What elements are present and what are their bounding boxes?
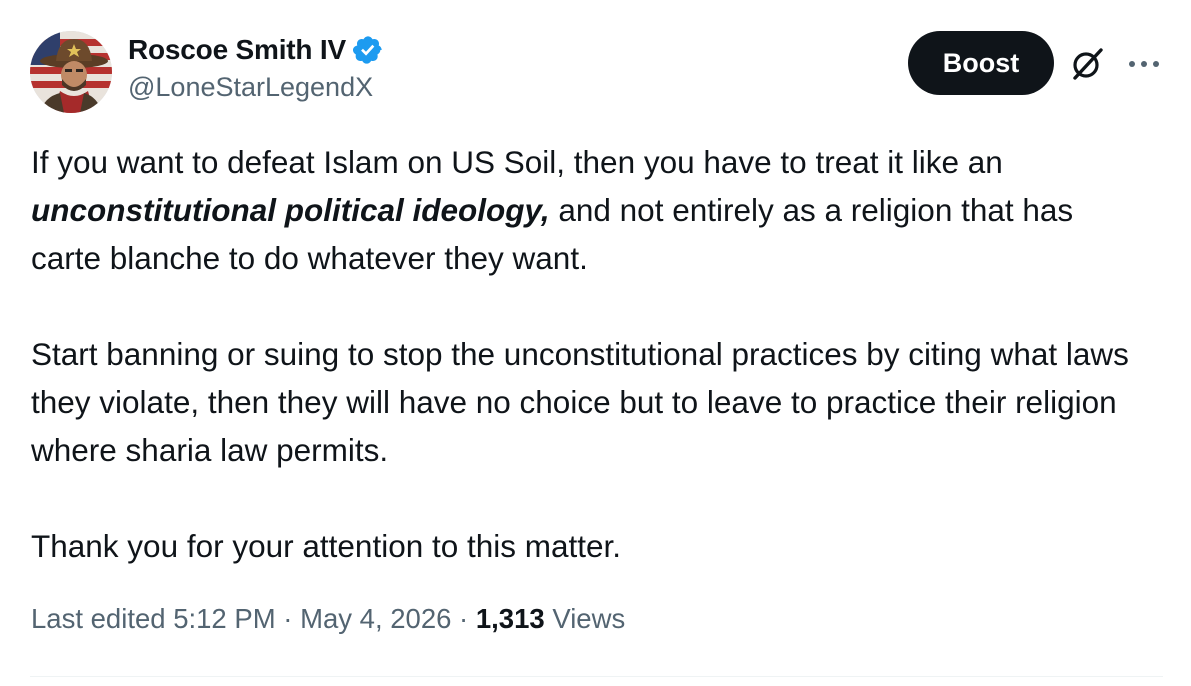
meta-separator: ·	[275, 603, 301, 634]
tweet-paragraph-1: If you want to defeat Islam on US Soil, …	[31, 138, 1151, 282]
more-icon[interactable]	[1124, 46, 1164, 82]
edited-prefix[interactable]: Last edited	[31, 603, 173, 634]
views-label: Views	[544, 603, 626, 634]
avatar-image	[30, 31, 112, 113]
meta-separator: ·	[451, 603, 476, 634]
tweet: Roscoe Smith IV @LoneStarLegendX Boost I…	[0, 0, 1191, 686]
tweet-metadata: Last edited 5:12 PM · May 4, 2026 · 1,31…	[31, 603, 625, 635]
verified-badge-icon[interactable]	[352, 34, 384, 66]
timestamp-time[interactable]: 5:12 PM	[173, 603, 275, 634]
author-block: Roscoe Smith IV @LoneStarLegendX	[128, 30, 384, 103]
boost-button[interactable]: Boost	[908, 31, 1054, 95]
avatar[interactable]	[30, 31, 112, 113]
name-row: Roscoe Smith IV	[128, 30, 384, 70]
tweet-emphasis-text: unconstitutional political ideology,	[31, 192, 550, 228]
timestamp-date[interactable]: May 4, 2026	[300, 603, 451, 634]
tweet-text-line: If you want to defeat Islam on US Soil, …	[31, 144, 1003, 180]
views-count[interactable]: 1,313	[476, 603, 545, 634]
tweet-text: If you want to defeat Islam on US Soil, …	[31, 138, 1151, 570]
author-handle[interactable]: @LoneStarLegendX	[128, 72, 384, 103]
divider	[30, 676, 1163, 677]
display-name[interactable]: Roscoe Smith IV	[128, 34, 346, 66]
tweet-paragraph-2: Start banning or suing to stop the uncon…	[31, 336, 1129, 468]
tweet-paragraph-3: Thank you for your attention to this mat…	[31, 528, 622, 564]
grok-icon[interactable]	[1068, 44, 1108, 84]
